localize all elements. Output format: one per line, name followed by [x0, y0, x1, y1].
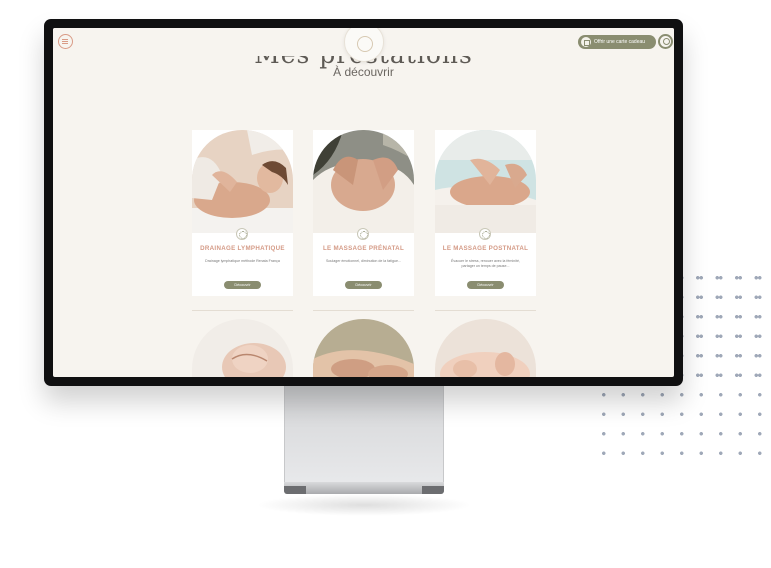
service-card-drainage: DRAINAGE LYMPHATIQUE Drainage lymphatiqu… — [192, 130, 293, 296]
card-description: Drainage lymphatique méthode Renata Fran… — [205, 259, 280, 263]
service-card-postnatal: LE MASSAGE POSTNATAL Évacuer le stress, … — [435, 130, 536, 296]
service-photo-prenatal — [313, 130, 414, 233]
gift-card-label: Offrir une carte cadeau — [594, 39, 646, 45]
service-photo-baby-1 — [192, 319, 293, 377]
service-photo-baby-3 — [435, 319, 536, 377]
card-divider — [435, 310, 536, 311]
page-subtitle: À découvrir — [333, 65, 394, 79]
monitor-stand-base — [284, 482, 444, 494]
gift-card-button[interactable]: Offrir une carte cadeau — [578, 35, 656, 49]
dot-grid-decoration-top — [688, 268, 771, 388]
menu-icon[interactable] — [58, 34, 73, 49]
card-description: Soulager émotionnel, diminution de la fa… — [326, 259, 401, 263]
user-account-icon[interactable] — [658, 34, 673, 49]
monitor-stand — [284, 385, 444, 485]
card-divider — [313, 310, 414, 311]
card-title: LE MASSAGE PRÉNATAL — [322, 245, 405, 252]
leaf-badge-icon — [236, 228, 248, 240]
card-description: Évacuer le stress, renouer avec la fémin… — [451, 259, 520, 268]
leaf-badge-icon — [357, 228, 369, 240]
service-photo-drainage — [192, 130, 293, 233]
gift-icon — [581, 37, 591, 47]
monitor-frame: Mes prestations Offrir une carte cadeau … — [44, 19, 683, 386]
monitor-mockup-scene: Mes prestations Offrir une carte cadeau … — [0, 0, 771, 568]
card-title: DRAINAGE LYMPHATIQUE — [200, 245, 285, 252]
discover-button[interactable]: Découvrir — [345, 281, 382, 289]
site-header: Offrir une carte cadeau — [53, 28, 674, 62]
card-divider — [192, 310, 293, 311]
discover-button[interactable]: Découvrir — [224, 281, 261, 289]
stand-shadow — [256, 494, 472, 516]
website-screen: Mes prestations Offrir une carte cadeau … — [53, 28, 674, 377]
service-photo-postnatal — [435, 130, 536, 233]
leaf-badge-icon — [479, 228, 491, 240]
service-card-prenatal: LE MASSAGE PRÉNATAL Soulager émotionnel,… — [313, 130, 414, 296]
discover-button[interactable]: Découvrir — [467, 281, 504, 289]
service-photo-baby-2 — [313, 319, 414, 377]
card-title: LE MASSAGE POSTNATAL — [442, 245, 529, 252]
